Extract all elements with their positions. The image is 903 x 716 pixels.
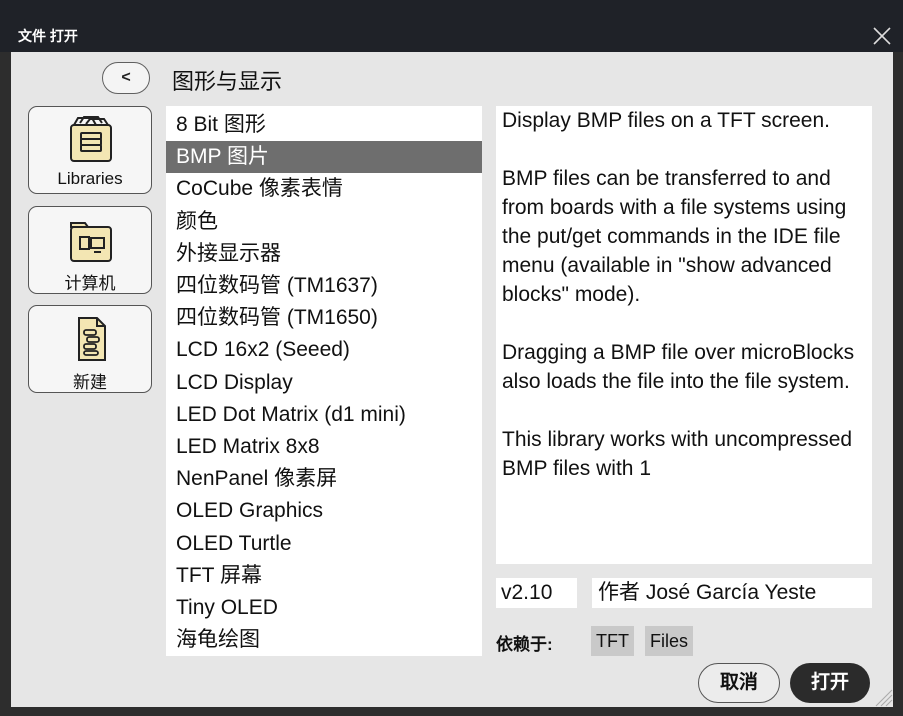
description-paragraph: This library works with uncompressed BMP… [502, 428, 853, 480]
depends-label: 依赖于: [496, 635, 553, 654]
library-list-item[interactable]: OLED Graphics [166, 495, 482, 527]
close-icon[interactable] [870, 24, 894, 48]
open-button[interactable]: 打开 [790, 663, 870, 703]
cancel-button[interactable]: 取消 [698, 663, 780, 703]
library-list-item[interactable]: LCD Display [166, 367, 482, 399]
library-author: 作者 José García Yeste [592, 578, 872, 608]
library-list-item[interactable]: 四位数码管 (TM1637) [166, 270, 482, 302]
category-title: 图形与显示 [172, 69, 283, 94]
library-list-item[interactable]: 海龟绘图 [166, 624, 482, 656]
new-script-icon [78, 317, 106, 361]
description-paragraph: Dragging a BMP file over microBlocks als… [502, 341, 855, 393]
library-list-item[interactable]: OLED Turtle [166, 528, 482, 560]
library-list-item[interactable]: LED Matrix 8x8 [166, 431, 482, 463]
description-paragraph: Display BMP files on a TFT screen. [502, 109, 830, 132]
library-list-item[interactable]: LCD 16x2 (Seeed) [166, 334, 482, 366]
computer-folder-icon [70, 222, 112, 262]
library-list-item[interactable]: CoCube 像素表情 [166, 173, 482, 205]
library-list[interactable]: 8 Bit 图形 BMP 图片 CoCube 像素表情 颜色 外接显示器 四位数码管 (T… [166, 106, 482, 656]
back-button[interactable]: < [102, 62, 150, 94]
sidebar-new-button[interactable]: 新建 [28, 305, 152, 393]
library-list-item[interactable]: BMP 图片 [166, 141, 482, 174]
sidebar-computer-button[interactable]: 计算机 [28, 206, 152, 294]
library-list-item[interactable]: LED Dot Matrix (d1 mini) [166, 399, 482, 431]
library-version: v2.10 [496, 578, 577, 608]
library-list-item[interactable]: 四位数码管 (TM1650) [166, 302, 482, 334]
sidebar-label: 计算机 [64, 274, 116, 293]
libraries-icon [70, 116, 112, 162]
library-list-item[interactable]: 颜色 [166, 206, 482, 238]
library-list-item[interactable]: TFT 屏幕 [166, 560, 482, 592]
resize-grip-icon[interactable] [872, 686, 894, 708]
library-list-item[interactable]: NenPanel 像素屏 [166, 463, 482, 495]
dialog-title: 文件 打开 [18, 28, 78, 44]
sidebar-label: Libraries [57, 169, 123, 188]
library-list-item[interactable]: 8 Bit 图形 [166, 109, 482, 141]
library-description: Display BMP files on a TFT screen. BMP f… [496, 106, 872, 564]
file-open-dialog: 文件 打开 < 图形与显示 Libraries 计算机 新建 8 Bit 图形 … [0, 0, 903, 716]
dependency-tag[interactable]: Files [645, 626, 694, 656]
sidebar-label: 新建 [73, 373, 107, 392]
description-paragraph: BMP files can be transferred to and from… [502, 167, 847, 306]
library-list-item[interactable]: Tiny OLED [166, 592, 482, 624]
dependency-tag[interactable]: TFT [591, 626, 634, 656]
sidebar-libraries-button[interactable]: Libraries [28, 106, 152, 194]
library-list-item[interactable]: 外接显示器 [166, 238, 482, 270]
title-bar[interactable]: 文件 打开 [0, 0, 903, 52]
